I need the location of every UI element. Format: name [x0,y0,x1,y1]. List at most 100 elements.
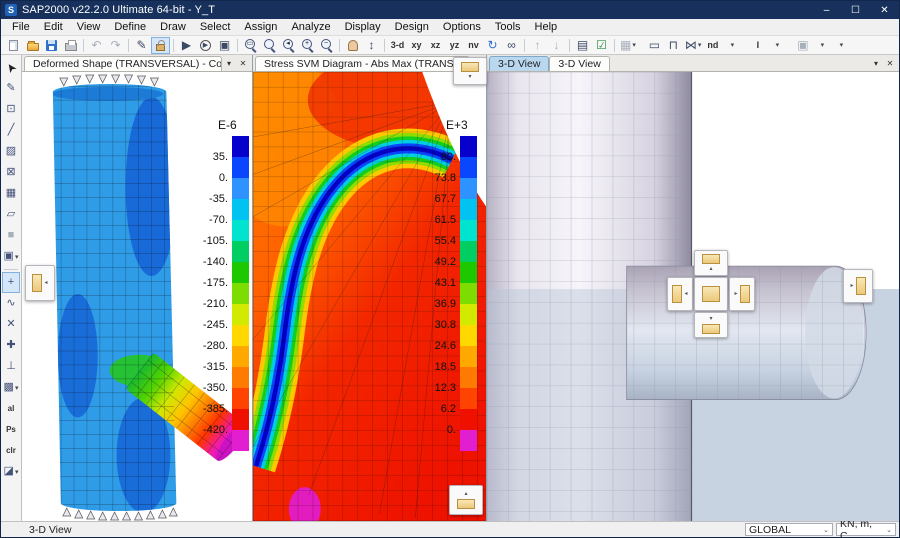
shrink-objects-button[interactable]: ↕ [362,37,381,54]
deformed-tab-close-button[interactable]: ✕ [236,56,250,70]
snap-joints-button[interactable]: + [2,272,20,293]
area-sections-button[interactable]: ▣ [793,37,812,54]
snap-grid-button[interactable]: ▩▾ [2,377,20,398]
zoom-out-button[interactable]: − [317,37,336,54]
rotate-view-button[interactable]: ↻ [483,37,502,54]
menu-item-draw[interactable]: Draw [153,20,193,34]
snap-intersections-button[interactable]: ✚ [2,335,20,356]
draw-solid-button[interactable]: ■ [2,225,20,246]
draw-joint-button[interactable]: ⊡ [2,99,20,120]
display-options-button[interactable]: ☑ [592,37,611,54]
open-file-button[interactable] [23,37,42,54]
select-previous-button[interactable]: Ps [2,419,20,440]
menu-item-tools[interactable]: Tools [488,20,528,34]
coord-system-select[interactable]: GLOBAL ⌄ [745,523,833,536]
snap-frames-button[interactable]: ∿ [2,293,20,314]
draw-poly-area-button[interactable]: ⊠ [2,162,20,183]
dock-pad-top-button[interactable]: ▴ [694,250,728,276]
zoom-full-button[interactable] [260,37,279,54]
lock-model-button[interactable] [151,37,170,54]
menu-item-design[interactable]: Design [388,20,436,34]
magnifier-icon: + [301,39,314,52]
dock-pad-bottom-button[interactable]: ▾ [694,312,728,338]
view-yz-button[interactable]: yz [445,37,464,54]
minimize-button[interactable]: – [812,1,841,19]
view-nv-button[interactable]: nv [464,37,483,54]
deformed-shape-canvas[interactable]: E-635.0.-35.-70.-105.-140.-175.-210.-245… [22,72,252,521]
frame-releases-button[interactable]: ⋈▾ [683,37,704,54]
draw-special-button[interactable]: ▣▾ [2,246,20,267]
object-models-button[interactable]: ▤ [573,37,592,54]
stress-svm-canvas[interactable]: E+380.73.867.761.555.449.243.136.930.824… [253,72,486,521]
menu-item-file[interactable]: File [5,20,37,34]
run-analysis-button[interactable]: ▶ [177,37,196,54]
menu-item-select[interactable]: Select [193,20,238,34]
tab-stress-svm[interactable]: Stress SVM Diagram - Abs Max (TRANSVERSA… [255,56,470,71]
more-display-button[interactable]: ▦▾ [618,37,638,54]
tab-3d-view-1[interactable]: 3-D View [489,56,549,71]
run-animation-button[interactable]: ▶ [196,37,215,54]
draw-quick-area-button[interactable]: ▱ [2,204,20,225]
nd-dropdown[interactable]: ▾ [722,37,741,54]
dock-top-button[interactable]: ▾ [453,57,487,85]
nd-button[interactable]: nd [703,37,722,54]
move-up-list-button[interactable]: ↑ [528,37,547,54]
draw-rect-tool-button[interactable]: ▭ [645,37,664,54]
view-xy-button[interactable]: xy [407,37,426,54]
new-model-button[interactable] [4,37,23,54]
menu-item-options[interactable]: Options [436,20,488,34]
select-pointer-button[interactable]: ➤ [2,57,20,78]
perspective-button[interactable]: ∞ [502,37,521,54]
menu-item-edit[interactable]: Edit [37,20,70,34]
reshape-button[interactable]: ✎ [2,78,20,99]
zoom-in-button[interactable]: + [298,37,317,54]
delete-button[interactable]: ✕ [2,314,20,335]
menu-item-assign[interactable]: Assign [237,20,284,34]
view3d-tab-menu-button[interactable]: ▾ [869,56,883,70]
tab-3d-view-2[interactable]: 3-D View [549,56,609,71]
show-deformed-button[interactable]: ▣ [215,37,234,54]
dock-pad-center-button[interactable] [694,277,728,311]
select-all-button[interactable]: al [2,398,20,419]
dock-pad-left-button[interactable]: ◂ [667,277,693,311]
draw-rect-area-button[interactable]: ▦ [2,183,20,204]
zoom-previous-button[interactable]: ◂ [279,37,298,54]
menu-item-view[interactable]: View [70,20,108,34]
snap-perpendicular-button[interactable]: ⊥ [2,356,20,377]
draw-quick-frame-button[interactable]: ▨ [2,141,20,162]
maximize-button[interactable]: ☐ [841,1,870,19]
assign-restraints-button[interactable]: ⊓ [664,37,683,54]
move-down-list-button[interactable]: ↓ [547,37,566,54]
draw-frame-button[interactable]: ╱ [2,120,20,141]
tab-deformed-shape[interactable]: Deformed Shape (TRANSVERSAL) - Contours … [24,56,222,71]
deformed-tab-menu-button[interactable]: ▾ [222,56,236,70]
more-tools-dropdown[interactable]: ▾ [831,37,850,54]
redo-button[interactable]: ↷ [106,37,125,54]
menu-item-define[interactable]: Define [107,20,153,34]
save-button[interactable] [42,37,61,54]
dock-bottom-button[interactable]: ▴ [449,485,483,515]
pan-button[interactable] [343,37,362,54]
magnifier-icon [263,39,276,52]
assign-paint-button[interactable]: ◪▾ [2,461,20,482]
close-button[interactable]: ✕ [870,1,899,19]
view-xz-button[interactable]: xz [426,37,445,54]
draw-mode-button[interactable]: ✎ [132,37,151,54]
view-3d-button[interactable]: 3-d [388,37,407,54]
zoom-rect-button[interactable]: ▭ [241,37,260,54]
frame-sections-button[interactable]: I [748,37,767,54]
units-select[interactable]: KN, m, C ⌄ [836,523,896,536]
dock-right-button[interactable]: ▸ [843,269,873,303]
view3d-tab-close-button[interactable]: ✕ [883,56,897,70]
menu-item-help[interactable]: Help [528,20,565,34]
toolbar-separator [524,39,525,52]
clear-selection-button[interactable]: clr [2,440,20,461]
menu-item-analyze[interactable]: Analyze [284,20,337,34]
print-button[interactable] [61,37,80,54]
menu-item-display[interactable]: Display [338,20,388,34]
undo-button[interactable]: ↶ [87,37,106,54]
area-sections-dropdown[interactable]: ▾ [812,37,831,54]
frame-sections-dropdown[interactable]: ▾ [767,37,786,54]
dock-left-button[interactable]: ◂ [25,265,55,301]
dock-pad-right-button[interactable]: ▸ [729,277,755,311]
